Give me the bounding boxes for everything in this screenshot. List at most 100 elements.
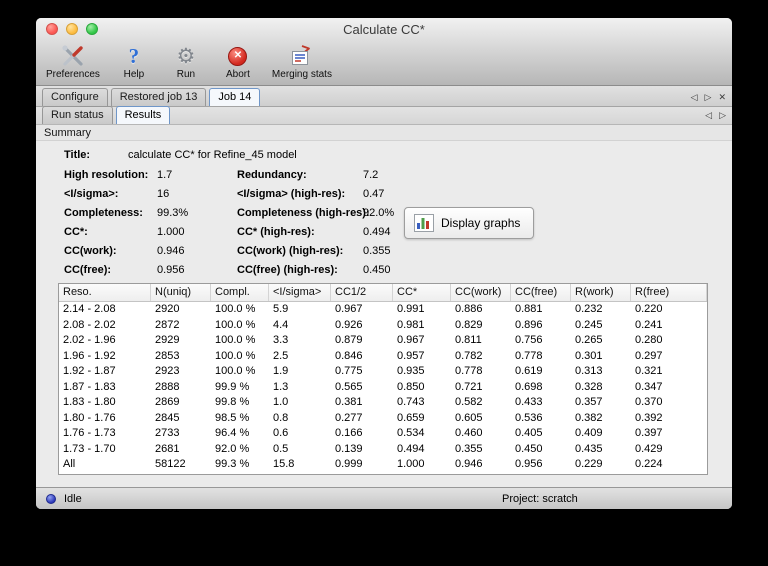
table-cell: 96.4 % <box>215 427 250 439</box>
table-cell: 0.846 <box>335 349 363 362</box>
column-header-compl[interactable]: Compl. <box>211 284 269 301</box>
table-cell: 1.92 - 1.87 <box>63 365 116 377</box>
summary-value: 0.494 <box>363 226 391 238</box>
table-cell: 0.926 <box>335 318 363 331</box>
tab-results[interactable]: Results <box>115 106 171 124</box>
summary-title-label: Title: <box>64 149 91 161</box>
section-header: Summary <box>36 125 732 141</box>
window-controls <box>46 23 98 35</box>
table-cell: 0.811 <box>455 334 482 346</box>
table-cell: 1.0 <box>273 396 289 408</box>
minimize-window-button[interactable] <box>66 23 78 35</box>
table-row[interactable]: 2.08 - 2.02 2872 100.0 % 4.4 0.926 0.981 0.829… <box>59 318 707 334</box>
tab-label: Results <box>124 109 162 121</box>
table-cell: 0.347 <box>635 380 663 393</box>
summary-block: Title: calculate CC* for Refine_45 model… <box>64 149 394 276</box>
table-cell: 58122 <box>155 458 186 470</box>
table-row[interactable]: 1.83 - 1.80 2869 99.8 % 1.0 0.381 0.743 0.582 0… <box>59 395 707 411</box>
table-cell: 100.0 % <box>215 349 256 362</box>
table-cell: 2.5 <box>273 349 289 362</box>
column-header-n-uniq[interactable]: N(uniq) <box>151 284 211 301</box>
toolbar-button-label: Abort <box>225 69 250 80</box>
display-graphs-label: Display graphs <box>441 216 521 230</box>
table-header-row: Reso. N(uniq) Compl. <I/sigma> CC1/2 CC* CC(wo… <box>59 284 707 302</box>
table-row[interactable]: 1.92 - 1.87 2923 100.0 % 1.9 0.775 0.935 0.778… <box>59 364 707 380</box>
table-row[interactable]: 1.76 - 1.73 2733 96.4 % 0.6 0.166 0.534 0.460 0… <box>59 426 707 442</box>
table-cell: 0.277 <box>335 411 363 424</box>
toolbar-button-run[interactable]: ⚙ Run <box>168 43 204 81</box>
column-header-cc-free[interactable]: CC(free) <box>511 284 571 301</box>
toolbar-button-merging-stats[interactable]: Merging stats <box>272 43 332 80</box>
table-row[interactable]: 1.73 - 1.70 2681 92.0 % 0.5 0.139 0.494 0.355 0… <box>59 442 707 458</box>
table-cell: 0.6 <box>273 427 289 439</box>
table-cell: 0.743 <box>397 396 425 408</box>
column-header-i-sigma[interactable]: <I/sigma> <box>269 284 331 301</box>
summary-label: Completeness (high-res): <box>237 207 370 219</box>
toolbar-button-label: Run <box>176 69 196 80</box>
table-cell: 1.3 <box>273 380 289 393</box>
screen: Calculate CC* Preferences? Help ⚙ Run ✕ Abort… <box>0 0 768 566</box>
table-row[interactable]: 1.87 - 1.83 2888 99.9 % 1.3 0.565 0.850 0.721 0… <box>59 380 707 396</box>
column-header-reso[interactable]: Reso. <box>59 284 151 301</box>
table-cell: 2853 <box>155 349 180 362</box>
column-header-cc-work[interactable]: CC(work) <box>451 284 511 301</box>
table-cell: 0.245 <box>575 318 603 331</box>
table-cell: 0.429 <box>635 442 663 455</box>
zoom-window-button[interactable] <box>86 23 98 35</box>
tab-run-status[interactable]: Run status <box>42 106 113 124</box>
toolbar-button-help[interactable]: ? Help <box>116 43 152 80</box>
table-cell: 3.3 <box>273 334 289 346</box>
tab-configure[interactable]: Configure <box>42 88 108 106</box>
table-cell: 0.605 <box>455 411 483 424</box>
table-cell: 0.967 <box>397 334 425 346</box>
tab-scroll-left-icon[interactable]: ◁ <box>705 111 712 120</box>
close-window-button[interactable] <box>46 23 58 35</box>
results-panel: Title: calculate CC* for Refine_45 model… <box>36 141 732 487</box>
table-row[interactable]: All 58122 99.3 % 15.8 0.999 1.000 0.946 0.956 0.… <box>59 457 707 473</box>
tab-restored-job-13[interactable]: Restored job 13 <box>110 88 207 106</box>
table-cell: 0.241 <box>635 318 663 331</box>
tab-label: Configure <box>51 91 99 103</box>
tab-close-icon[interactable]: ✕ <box>718 93 726 102</box>
table-cell: 2733 <box>155 427 180 439</box>
table-cell: 0.301 <box>575 349 603 362</box>
table-cell: 98.5 % <box>215 411 250 424</box>
table-row[interactable]: 1.96 - 1.92 2853 100.0 % 2.5 0.846 0.957 0.782… <box>59 349 707 365</box>
table-cell: 0.886 <box>455 303 483 315</box>
table-cell: 2888 <box>155 380 180 393</box>
column-header-cc1-2[interactable]: CC1/2 <box>331 284 393 301</box>
table-cell: 0.280 <box>635 334 663 346</box>
table-row[interactable]: 1.80 - 1.76 2845 98.5 % 0.8 0.277 0.659 0.605 0… <box>59 411 707 427</box>
table-cell: 100.0 % <box>215 303 256 315</box>
table-row[interactable]: 2.14 - 2.08 2920 100.0 % 5.9 0.967 0.991 0.886… <box>59 302 707 318</box>
table-cell: 0.357 <box>575 396 603 408</box>
table-cell: 1.83 - 1.80 <box>63 396 116 408</box>
table-row[interactable]: 2.02 - 1.96 2929 100.0 % 3.3 0.879 0.967 0.811… <box>59 333 707 349</box>
table-cell: 0.220 <box>635 303 663 315</box>
table-cell: 0.778 <box>515 349 543 362</box>
table-cell: 0.981 <box>397 318 425 331</box>
column-header-r-work[interactable]: R(work) <box>571 284 631 301</box>
result-tabs: Run status Results <box>42 106 171 124</box>
table-cell: 99.3 % <box>215 458 250 470</box>
table-cell: 0.879 <box>335 334 363 346</box>
table-cell: 0.756 <box>515 334 543 346</box>
tab-scroll-left-icon[interactable]: ◁ <box>691 93 698 102</box>
summary-label: High resolution: <box>64 169 149 181</box>
column-header-r-free[interactable]: R(free) <box>631 284 707 301</box>
toolbar-button-abort[interactable]: ✕ Abort <box>220 43 256 80</box>
toolbar-button-preferences[interactable]: Preferences <box>46 43 100 80</box>
display-graphs-button[interactable]: Display graphs <box>404 207 535 239</box>
job-tab-controls: ◁ ▷ ✕ <box>691 93 726 106</box>
run-icon: ⚙ <box>176 44 196 68</box>
tab-job-14[interactable]: Job 14 <box>209 88 261 106</box>
column-header-cc[interactable]: CC* <box>393 284 451 301</box>
job-tab-strip: Configure Restored job 13 Job 14 ◁ ▷ ✕ <box>36 86 732 107</box>
summary-label: Redundancy: <box>237 169 307 181</box>
summary-value: 0.946 <box>157 245 185 257</box>
table-cell: 2.08 - 2.02 <box>63 318 116 331</box>
tab-scroll-right-icon[interactable]: ▷ <box>719 111 726 120</box>
table-cell: 0.229 <box>575 458 603 470</box>
tab-scroll-right-icon[interactable]: ▷ <box>705 93 712 102</box>
table-cell: 92.0 % <box>215 442 250 455</box>
